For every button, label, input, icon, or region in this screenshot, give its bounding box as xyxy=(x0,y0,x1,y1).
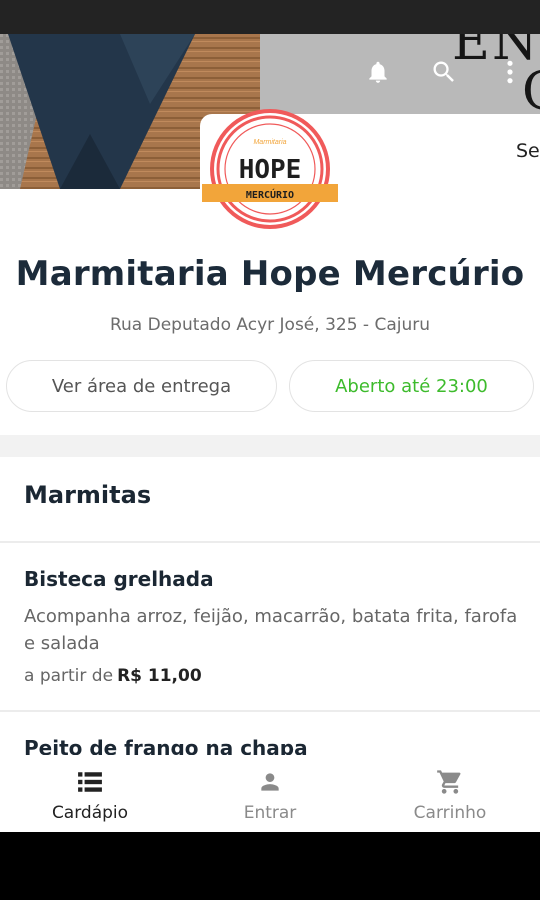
item-price: a partir de R$ 11,00 xyxy=(24,666,202,686)
section-separator xyxy=(0,435,540,457)
person-icon xyxy=(255,767,285,797)
bottom-navigation: Cardápio Entrar Carrinho xyxy=(0,755,540,832)
category-title: Marmitas xyxy=(24,481,152,509)
item-name: Bisteca grelhada xyxy=(24,567,214,591)
logo-subtitle-text: MERCÚRIO xyxy=(246,188,294,201)
nav-entrar[interactable]: Entrar xyxy=(180,755,360,832)
store-logo: Marmitaria HOPE MERCÚRIO xyxy=(202,109,338,229)
nav-label: Carrinho xyxy=(413,803,487,823)
search-icon[interactable] xyxy=(428,56,460,88)
logo-brand-text: HOPE xyxy=(239,155,302,185)
delivery-area-button[interactable]: Ver área de entrega xyxy=(6,360,277,412)
list-icon xyxy=(75,767,105,797)
opening-hours-badge[interactable]: Aberto até 23:00 xyxy=(289,360,534,412)
info-peek-text: Se xyxy=(516,140,540,162)
divider xyxy=(0,710,540,712)
system-nav-area xyxy=(0,832,540,900)
nav-carrinho[interactable]: Carrinho xyxy=(360,755,540,832)
store-address: Rua Deputado Acyr José, 325 - Cajuru xyxy=(109,315,431,335)
store-name: Marmitaria Hope Mercúrio xyxy=(15,254,525,294)
status-bar xyxy=(0,0,540,34)
bell-icon[interactable] xyxy=(362,56,394,88)
price-prefix: a partir de xyxy=(24,666,114,686)
price-value: R$ 11,00 xyxy=(117,666,202,686)
app-screen: EN C Se Marmitaria HOPE MERCÚRIO Marmit xyxy=(0,34,540,832)
cart-icon xyxy=(435,767,465,797)
nav-label: Cardápio xyxy=(51,803,129,823)
nav-cardapio[interactable]: Cardápio xyxy=(0,755,180,832)
top-actions xyxy=(362,56,526,88)
divider xyxy=(0,541,540,543)
logo-small-text: Marmitaria xyxy=(253,139,286,146)
more-vert-icon[interactable] xyxy=(494,56,526,88)
nav-label: Entrar xyxy=(243,803,297,823)
item-description: Acompanha arroz, feijão, macarrão, batat… xyxy=(24,606,518,654)
